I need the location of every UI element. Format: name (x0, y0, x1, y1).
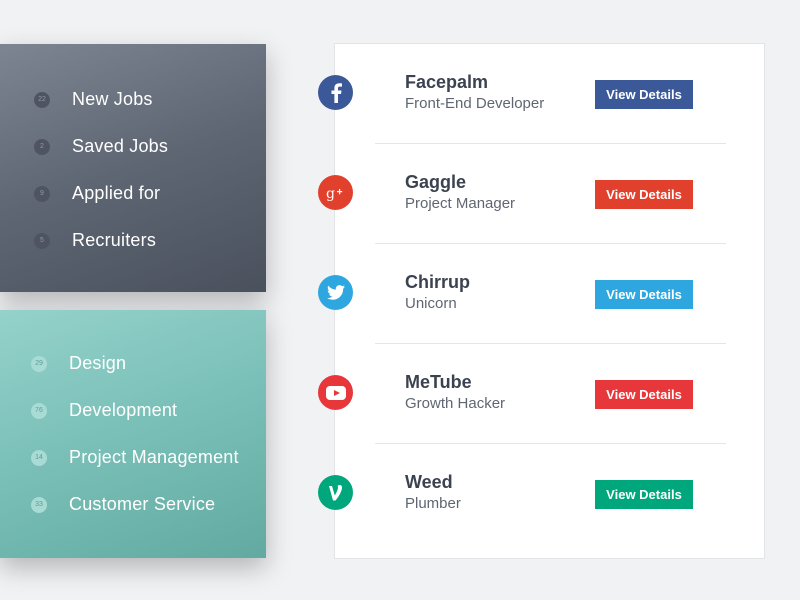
job-row: MeTube Growth Hacker View Details (318, 344, 766, 444)
menu-item-label: Project Management (69, 447, 239, 467)
count-badge: 14 (31, 449, 47, 466)
job-row: Chirrup Unicorn View Details (318, 244, 766, 344)
menu-item-label: Recruiters (72, 230, 157, 250)
count-badge: 5 (34, 232, 50, 249)
view-details-button[interactable]: View Details (595, 280, 693, 309)
view-details-button[interactable]: View Details (595, 80, 693, 109)
view-details-button[interactable]: View Details (595, 380, 693, 409)
count-badge: 22 (34, 91, 50, 108)
facebook-icon (318, 75, 353, 110)
count-badge: 29 (31, 355, 47, 372)
company-name: MeTube (405, 372, 472, 392)
menu-item-applied-for[interactable]: 9 Applied for (0, 170, 266, 217)
google-plus-icon: g (318, 175, 353, 210)
menu-item-development[interactable]: 76 Development (0, 387, 266, 434)
count-badge: 9 (34, 185, 50, 202)
job-row: Facepalm Front-End Developer View Detail… (318, 44, 766, 144)
menu-item-design[interactable]: 29 Design (0, 340, 266, 387)
menu-item-recruiters[interactable]: 5 Recruiters (0, 217, 266, 264)
menu-item-label: New Jobs (72, 89, 153, 109)
menu-item-customer-service[interactable]: 33 Customer Service (0, 481, 266, 528)
menu-item-label: Customer Service (69, 494, 216, 514)
job-role: Project Manager (405, 195, 516, 212)
job-list-card: Facepalm Front-End Developer View Detail… (318, 43, 766, 559)
menu-item-project-management[interactable]: 14 Project Management (0, 434, 266, 481)
job-row: g Gaggle Project Manager View Details (318, 144, 766, 244)
count-badge: 2 (34, 138, 50, 155)
menu-item-label: Applied for (72, 183, 161, 203)
job-role: Growth Hacker (405, 395, 506, 412)
company-name: Weed (405, 472, 453, 492)
job-role: Front-End Developer (405, 95, 545, 112)
twitter-icon (318, 275, 353, 310)
menu-item-label: Saved Jobs (72, 136, 169, 156)
job-role: Unicorn (405, 295, 457, 312)
job-row: Weed Plumber View Details (318, 444, 766, 544)
svg-text:g: g (326, 186, 335, 201)
company-name: Gaggle (405, 172, 467, 192)
count-badge: 33 (31, 496, 47, 513)
primary-menu-panel: 22 New Jobs 2 Saved Jobs 9 Applied for 5… (0, 44, 266, 292)
menu-item-saved-jobs[interactable]: 2 Saved Jobs (0, 123, 266, 170)
company-name: Facepalm (405, 72, 489, 92)
youtube-icon (318, 375, 353, 410)
menu-item-label: Design (69, 353, 127, 373)
company-name: Chirrup (405, 272, 470, 292)
count-badge: 76 (31, 402, 47, 419)
job-role: Plumber (405, 495, 461, 512)
view-details-button[interactable]: View Details (595, 180, 693, 209)
menu-item-label: Development (69, 400, 178, 420)
menu-item-new-jobs[interactable]: 22 New Jobs (0, 76, 266, 123)
category-menu-panel: 29 Design 76 Development 14 Project Mana… (0, 310, 266, 558)
vine-icon (318, 475, 353, 510)
view-details-button[interactable]: View Details (595, 480, 693, 509)
